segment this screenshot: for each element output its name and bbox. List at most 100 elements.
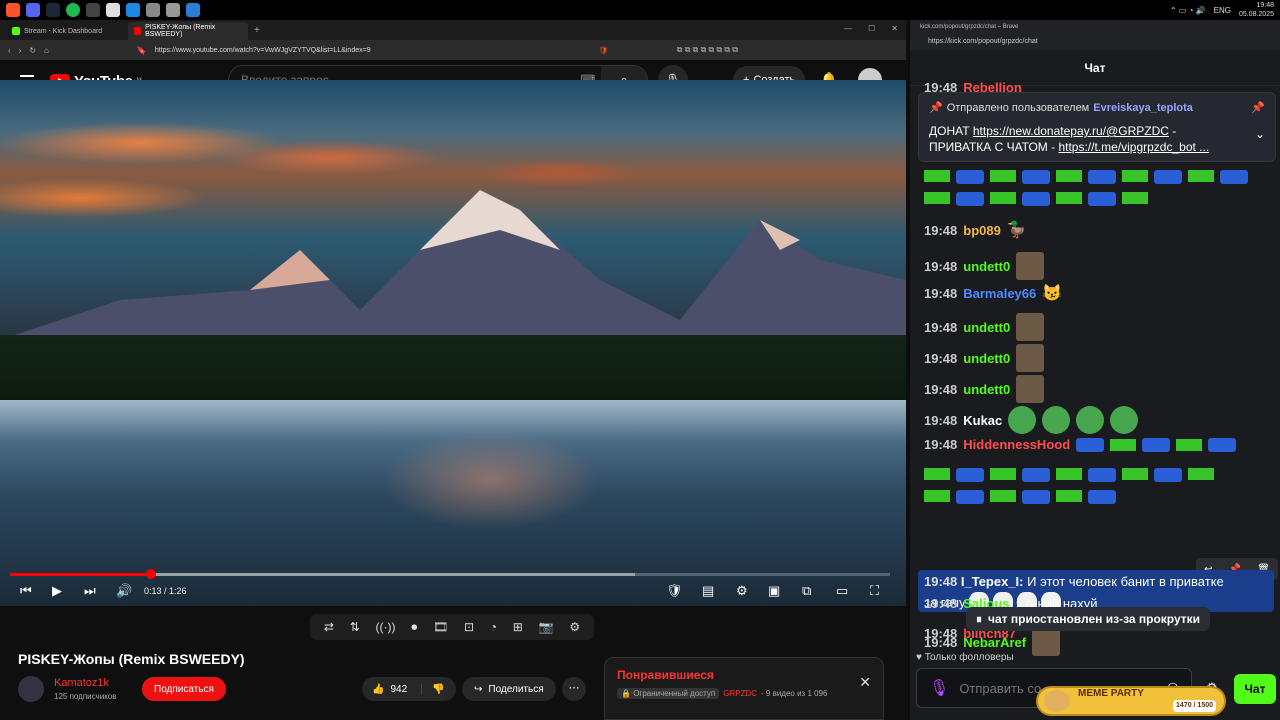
pepe-emote-icon — [1076, 406, 1105, 434]
send-chat-button[interactable]: Чат — [1234, 674, 1276, 704]
emote-icon — [1176, 438, 1203, 451]
tray-icons[interactable]: ⌃ ▭ ◔ 🔊 — [1170, 6, 1206, 15]
message-username[interactable]: HiddennessHood — [963, 437, 1070, 452]
share-button[interactable]: ↪ Поделиться — [462, 677, 556, 701]
message-username[interactable]: undett0 — [963, 320, 1010, 335]
chat-messages[interactable]: 19:48 Rebellion 19:48 bp089 🦆 19:48 unde… — [910, 80, 1280, 660]
followers-only-label: Только фолловеры — [924, 652, 1014, 663]
new-tab-button[interactable]: + — [254, 25, 260, 36]
pinned-text: ДОНАТ https://new.donatepay.ru/@GRPZDC -… — [929, 123, 1265, 155]
loop-icon[interactable]: ⇄ — [324, 620, 334, 634]
back-icon[interactable]: ‹ — [8, 46, 11, 55]
playlist-owner[interactable]: GRPZDC — [723, 689, 757, 698]
more-actions-button[interactable]: ⋯ — [562, 677, 586, 701]
channel-name[interactable]: Kamatoz1k — [54, 677, 109, 689]
message-username[interactable]: undett0 — [963, 259, 1010, 274]
url-field[interactable]: https://kick.com/popout/grpzdc/chat — [910, 36, 1280, 50]
camera-icon[interactable]: 📷 — [539, 620, 554, 634]
access-badge: 🔒 Ограниченный доступ — [617, 688, 720, 699]
thumbs-down-icon: 👎 — [432, 683, 445, 695]
discord-taskbar-icon[interactable] — [26, 3, 40, 17]
playlist-title[interactable]: Понравившиеся — [617, 668, 871, 682]
volume-icon[interactable]: 🔊 — [116, 583, 132, 599]
brave-shield-icon[interactable]: 🛡 — [599, 46, 609, 55]
expand-chevron-icon[interactable]: ⌄ — [1255, 127, 1265, 141]
language-indicator[interactable]: ENG — [1214, 6, 1231, 15]
donate-link[interactable]: https://new.donatepay.ru/@GRPZDC — [973, 124, 1169, 138]
chat-paused-banner[interactable]: ⏸ чат приостановлен из-за прокрутки — [966, 607, 1211, 631]
message-username[interactable]: undett0 — [963, 382, 1010, 397]
tab-youtube-video[interactable]: PISKEY-Жопы (Remix BSWEEDY) — [128, 22, 248, 40]
subtitles-icon[interactable]: ▤ — [702, 583, 714, 599]
maximize-icon[interactable]: ☐ — [868, 24, 875, 33]
playlist-info: - 9 видео из 1 096 — [761, 689, 828, 698]
emote-icon — [1088, 490, 1116, 504]
settings-gear-icon[interactable]: ⚙ — [736, 583, 748, 599]
clock-date: 05.08.2025 — [1238, 11, 1274, 18]
close-icon[interactable]: ✕ — [859, 674, 871, 691]
previous-icon[interactable]: ⏮ — [20, 583, 32, 599]
like-button[interactable]: 👍 942 — [362, 684, 407, 695]
scrubber-handle[interactable] — [145, 569, 156, 579]
channel-avatar[interactable] — [18, 676, 44, 702]
film-icon[interactable]: 🎞 — [433, 620, 448, 634]
message-username[interactable]: Kukac — [963, 413, 1002, 428]
sort-icon[interactable]: ⇅ — [350, 620, 360, 634]
subscribe-button[interactable]: Подписаться — [142, 677, 226, 701]
message-username[interactable]: undett0 — [963, 351, 1010, 366]
app-taskbar-icon[interactable] — [126, 3, 140, 17]
sponsorblock-icon[interactable]: 🛡 — [666, 583, 683, 599]
video-player[interactable] — [0, 80, 906, 606]
frame-icon[interactable]: ⊡ — [464, 620, 474, 634]
reload-icon[interactable]: ↻ — [29, 46, 36, 55]
tab-kick-dashboard[interactable]: Stream - Kick Dashboard — [6, 22, 126, 40]
close-icon[interactable]: ✕ — [891, 24, 898, 33]
microphone-icon[interactable]: 🎙 — [929, 678, 949, 698]
extensions-icon[interactable]: ⧉ ⧉ ⧉ ⧉ ⧉ ⧉ ⧉ ⧉ — [677, 45, 738, 55]
pinned-message[interactable]: 📌 Отправлено пользователем Evreiskaya_te… — [918, 92, 1276, 162]
play-icon[interactable]: ▶ — [52, 583, 62, 599]
telegram-link[interactable]: https://t.me/vipgrpzdc_bot ... — [1058, 140, 1209, 154]
app-taskbar-icon[interactable] — [106, 3, 120, 17]
forward-icon[interactable]: › — [19, 46, 22, 55]
pinned-user[interactable]: Evreiskaya_teplota — [1093, 102, 1193, 114]
emote-icon — [1154, 468, 1182, 482]
emote-icon — [1122, 468, 1148, 480]
played-bar — [10, 573, 151, 576]
url-field[interactable]: https://www.youtube.com/watch?v=VwWJgVZY… — [155, 47, 371, 54]
chat-message: 19:48 undett0 — [924, 252, 1045, 280]
home-icon[interactable]: ⌂ — [44, 46, 49, 55]
video-progress-bar[interactable] — [10, 569, 890, 579]
clock[interactable]: 19:48 05.08.2025 — [1239, 1, 1274, 19]
dislike-button[interactable]: 👎 — [421, 683, 445, 695]
pinned-by-label: Отправлено пользователем — [946, 101, 1090, 114]
add-box-icon[interactable]: ⊞ — [513, 620, 523, 634]
unpin-icon[interactable]: 📌 — [1251, 101, 1265, 114]
next-icon[interactable]: ⏭ — [84, 583, 96, 599]
emote-icon — [990, 490, 1016, 502]
emote-icon — [956, 490, 984, 504]
message-username[interactable]: bp089 — [963, 223, 1001, 238]
spotify-taskbar-icon[interactable] — [66, 3, 80, 17]
app-taskbar-icon[interactable] — [166, 3, 180, 17]
bookmark-icon[interactable]: 🔖 — [137, 46, 147, 55]
theater-mode-icon[interactable]: ▭ — [836, 583, 848, 599]
app-taskbar-icon[interactable] — [186, 3, 200, 17]
minimize-icon[interactable]: — — [844, 24, 852, 33]
steam-taskbar-icon[interactable] — [46, 3, 60, 17]
message-username[interactable]: I_Tepex_I — [961, 574, 1019, 589]
meme-party-widget[interactable]: MEME PARTY 1470 / 1500 — [1036, 686, 1226, 716]
playlist-panel: Понравившиеся 🔒 Ограниченный доступ GRPZ… — [604, 657, 884, 720]
fullscreen-icon[interactable]: ⛶ — [870, 583, 879, 599]
message-username[interactable]: Barmaley66 — [963, 286, 1036, 301]
record-icon[interactable]: ⏺ — [411, 620, 417, 635]
cog-icon[interactable]: ⚙ — [569, 620, 580, 634]
brave-taskbar-icon[interactable] — [6, 3, 20, 17]
pip-icon[interactable]: ⧉ — [802, 583, 811, 599]
app-taskbar-icon[interactable] — [86, 3, 100, 17]
kick-chat-window: kick.com/popout/grpzdc/chat – Brave http… — [908, 20, 1280, 720]
broadcast-icon[interactable]: ((·)) — [376, 620, 396, 634]
gauge-icon[interactable]: ◔ — [490, 620, 497, 634]
miniplayer-icon[interactable]: ▣ — [768, 583, 780, 599]
app-taskbar-icon[interactable] — [146, 3, 160, 17]
